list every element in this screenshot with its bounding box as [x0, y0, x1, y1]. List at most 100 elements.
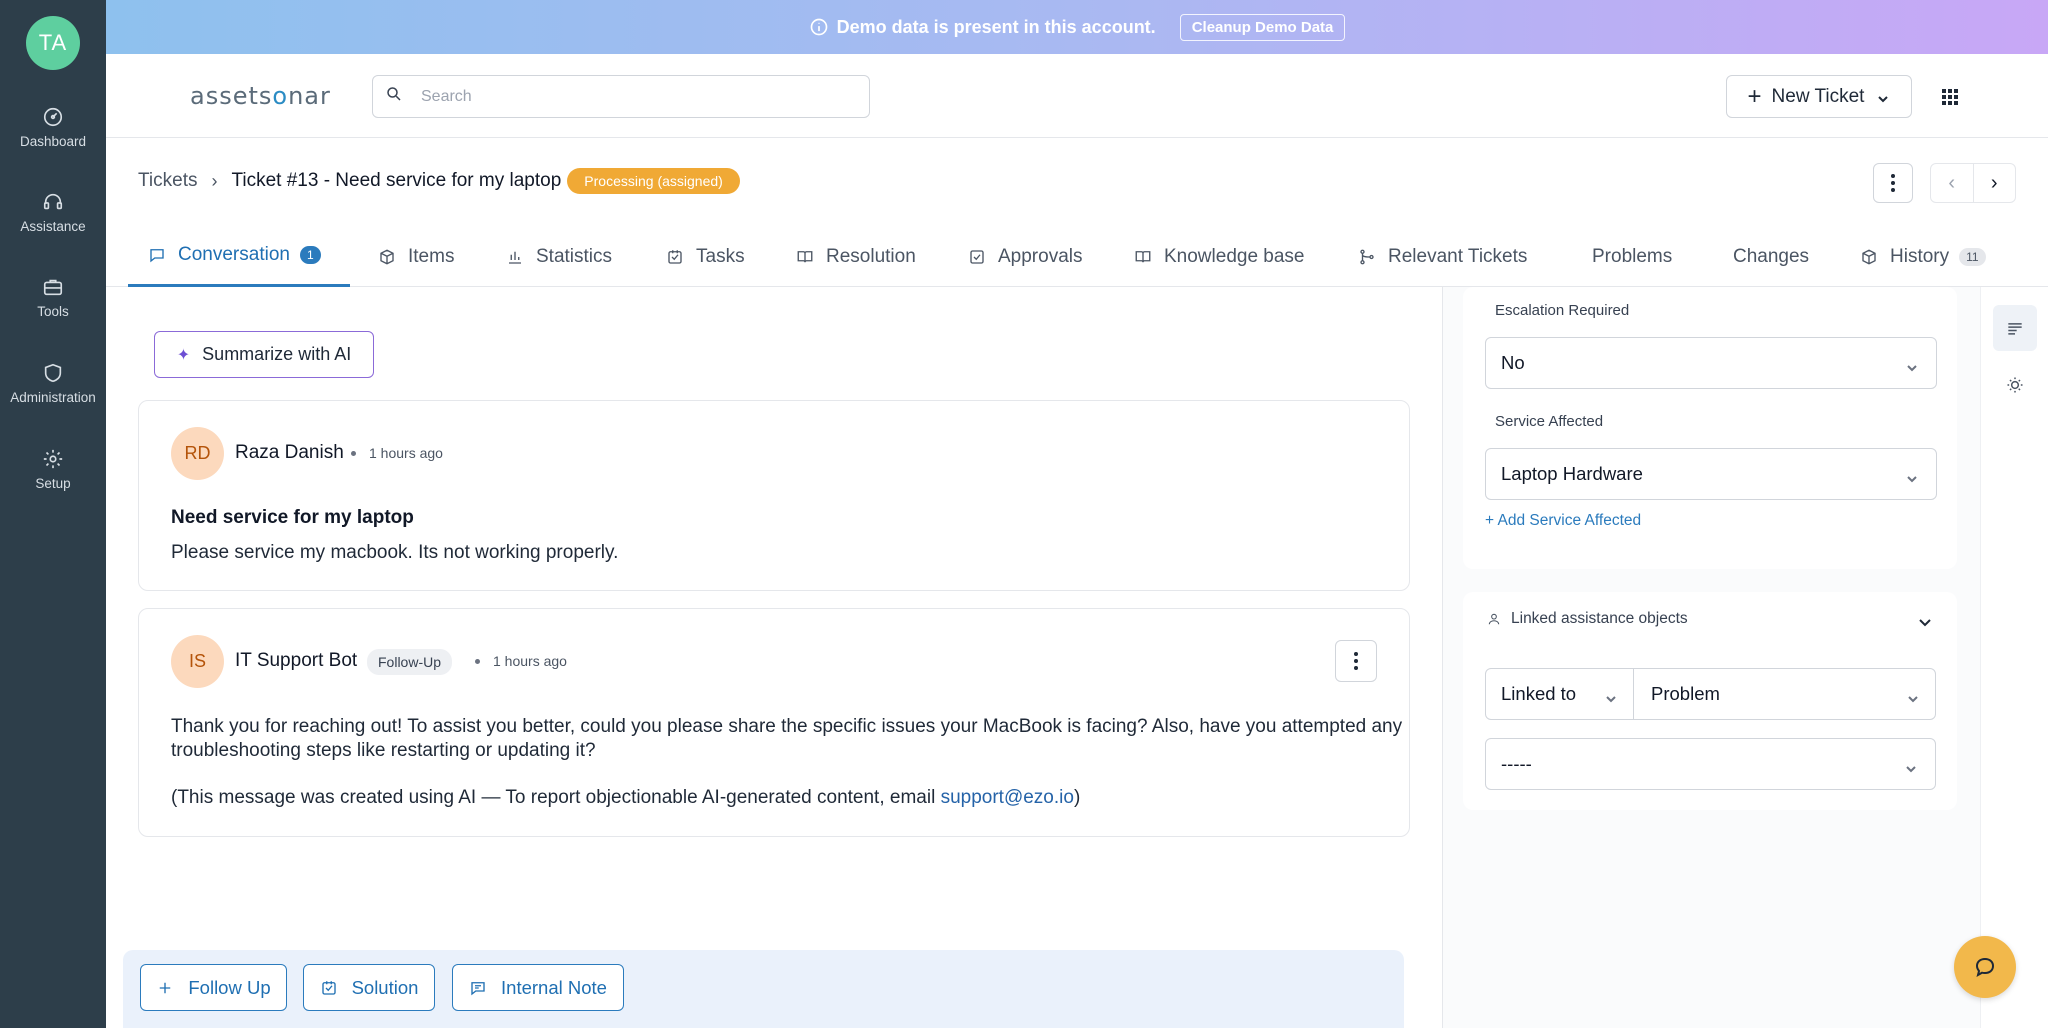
- tab-relevant-tickets[interactable]: Relevant Tickets: [1358, 226, 1527, 287]
- separator-dot: [351, 451, 356, 456]
- chevron-down-icon: [1876, 90, 1890, 104]
- follow-up-button[interactable]: Follow Up: [140, 964, 287, 1011]
- dashboard-icon: [42, 106, 64, 128]
- internal-note-button[interactable]: Internal Note: [452, 964, 624, 1011]
- sidebar-item-administration[interactable]: Administration: [0, 362, 106, 405]
- branch-icon: [1360, 249, 1374, 264]
- tab-count-badge: 11: [1959, 247, 1986, 266]
- previous-ticket-button[interactable]: ‹: [1931, 164, 1974, 202]
- message-title: Need service for my laptop: [171, 507, 414, 528]
- chevron-down-icon[interactable]: [1917, 614, 1933, 630]
- sidebar: TA Dashboard Assistance Tools Administra…: [0, 0, 106, 1028]
- service-affected-label: Service Affected: [1495, 413, 1604, 430]
- cleanup-demo-data-button[interactable]: Cleanup Demo Data: [1179, 13, 1346, 41]
- new-ticket-label: New Ticket: [1771, 85, 1865, 107]
- support-email-link[interactable]: support@ezo.io: [941, 787, 1074, 808]
- escalation-select[interactable]: No: [1485, 337, 1937, 389]
- assetsonar-logo[interactable]: assetsonar: [190, 82, 331, 110]
- next-ticket-button[interactable]: ›: [1974, 164, 2016, 202]
- tab-knowledge-base[interactable]: Knowledge base: [1134, 226, 1305, 287]
- message-time: 1 hours ago: [493, 653, 567, 669]
- service-affected-select[interactable]: Laptop Hardware: [1485, 448, 1937, 500]
- chat-icon: [150, 249, 164, 263]
- tab-resolution[interactable]: Resolution: [796, 226, 916, 287]
- linked-objects-header[interactable]: Linked assistance objects: [1487, 610, 1688, 628]
- note-icon: [471, 981, 485, 995]
- chat-support-button[interactable]: [1954, 936, 2016, 998]
- chevron-down-icon: [1605, 688, 1617, 703]
- message-card: IS IT Support Bot Follow-Up 1 hours ago …: [138, 608, 1410, 837]
- ticket-tabs: Conversation 1 Items Statistics Tasks Re…: [106, 226, 2048, 287]
- open-book-icon: [1135, 250, 1151, 262]
- message-body-line-2: troubleshooting steps like restarting or…: [171, 740, 596, 761]
- solution-button[interactable]: Solution: [303, 964, 435, 1011]
- chevron-down-icon: [1905, 758, 1917, 773]
- apps-grid-icon[interactable]: [1940, 87, 1960, 107]
- message-body: Please service my macbook. Its not worki…: [171, 542, 619, 563]
- insights-button[interactable]: [1993, 362, 2037, 408]
- message-card: RD Raza Danish 1 hours ago Need service …: [138, 400, 1410, 591]
- plus-icon: +: [1747, 82, 1762, 110]
- ai-disclaimer: (This message was created using AI — To …: [171, 787, 1081, 808]
- user-avatar[interactable]: TA: [26, 16, 80, 70]
- ticket-more-button[interactable]: [1873, 163, 1913, 203]
- summarize-with-ai-button[interactable]: ✦ Summarize with AI: [154, 331, 374, 378]
- gear-icon: [42, 448, 64, 470]
- linked-to-group: Linked to Problem: [1485, 668, 1936, 720]
- tab-count-badge: 1: [299, 246, 321, 264]
- message-time: 1 hours ago: [369, 445, 443, 461]
- follow-up-tag: Follow-Up: [367, 649, 453, 675]
- message-more-button[interactable]: [1335, 640, 1377, 682]
- tab-items[interactable]: Items: [378, 226, 454, 287]
- page-title: Ticket #13 - Need service for my laptop: [231, 170, 562, 191]
- tab-conversation[interactable]: Conversation 1: [128, 226, 350, 287]
- tab-problems[interactable]: Problems: [1592, 226, 1672, 287]
- compose-bar: Follow Up Solution Internal Note: [123, 950, 1404, 1028]
- status-badge: Processing (assigned): [567, 168, 740, 194]
- details-list-button[interactable]: [1993, 305, 2037, 351]
- message-author: IT Support Bot: [235, 650, 358, 671]
- search-box[interactable]: [372, 75, 870, 118]
- breadcrumb-tickets-link[interactable]: Tickets: [138, 170, 197, 192]
- linked-object-select[interactable]: -----: [1485, 738, 1936, 790]
- search-input[interactable]: [421, 87, 841, 106]
- linked-type-select[interactable]: Problem: [1635, 669, 1935, 719]
- more-vertical-icon: [1891, 174, 1895, 192]
- toolbox-icon: [42, 276, 64, 298]
- tab-changes[interactable]: Changes: [1733, 226, 1809, 287]
- plus-icon: [160, 982, 171, 993]
- breadcrumb: Tickets › Ticket #13 - Need service for …: [138, 168, 740, 194]
- sidebar-item-tools[interactable]: Tools: [0, 276, 106, 319]
- ticket-pager: ‹ ›: [1930, 163, 2016, 203]
- chat-bubble-icon: [1975, 957, 1995, 978]
- sidebar-item-setup[interactable]: Setup: [0, 448, 106, 491]
- person-icon: [1488, 613, 1500, 625]
- more-vertical-icon: [1354, 652, 1358, 670]
- linked-objects-card: Linked assistance objects Linked to Prob…: [1463, 592, 1957, 810]
- task-check-icon: [321, 980, 336, 995]
- cube-icon: [1862, 248, 1876, 265]
- task-check-icon: [668, 249, 682, 264]
- add-service-affected-link[interactable]: + Add Service Affected: [1485, 512, 1641, 530]
- tab-approvals[interactable]: Approvals: [968, 226, 1083, 287]
- bar-chart-icon: [509, 251, 521, 264]
- sparkle-icon: ✦: [176, 346, 191, 364]
- search-icon: [385, 85, 403, 108]
- chevron-down-icon: [1906, 357, 1918, 372]
- sidebar-item-dashboard[interactable]: Dashboard: [0, 106, 106, 149]
- escalation-label: Escalation Required: [1495, 302, 1630, 319]
- message-author: Raza Danish: [235, 442, 344, 463]
- avatar: IS: [171, 635, 224, 688]
- tab-history[interactable]: History 11: [1860, 226, 1986, 287]
- new-ticket-button[interactable]: + New Ticket: [1726, 75, 1912, 118]
- sidebar-item-label: Assistance: [20, 219, 86, 234]
- sidebar-item-label: Dashboard: [19, 134, 87, 149]
- message-body-line-1: Thank you for reaching out! To assist yo…: [171, 716, 1403, 737]
- linked-to-select[interactable]: Linked to: [1486, 669, 1634, 719]
- tab-statistics[interactable]: Statistics: [506, 226, 612, 287]
- tab-tasks[interactable]: Tasks: [666, 226, 745, 287]
- box-icon: [380, 248, 394, 265]
- avatar: RD: [171, 427, 224, 480]
- demo-banner: Demo data is present in this account. Cl…: [106, 0, 2048, 54]
- sidebar-item-assistance[interactable]: Assistance: [0, 191, 106, 234]
